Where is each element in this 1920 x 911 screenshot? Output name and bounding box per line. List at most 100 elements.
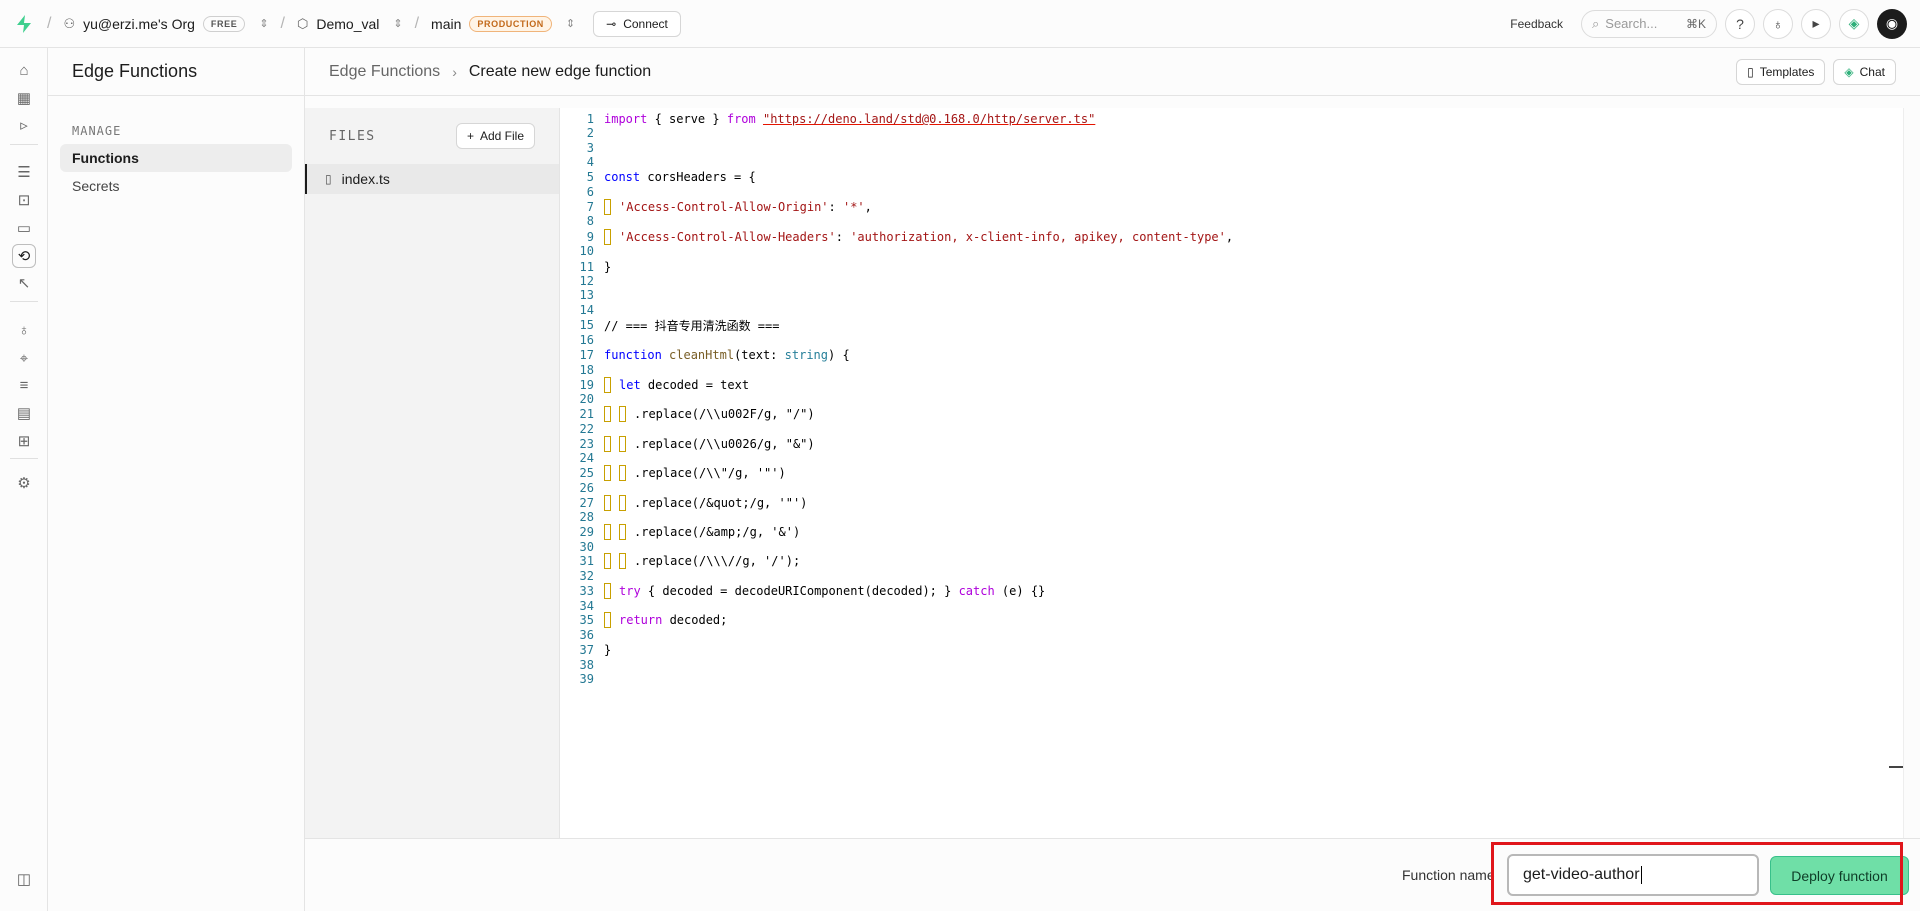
menu-item-functions[interactable]: Functions [60, 144, 292, 172]
add-file-label: Add File [479, 129, 524, 143]
home-icon[interactable]: ⌂ [12, 58, 36, 82]
code-editor[interactable]: 1 import { serve } from "https://deno.lan… [560, 108, 1903, 838]
line-number: 25 [579, 466, 594, 480]
cube-icon: ⬡ [296, 15, 309, 31]
divider [10, 144, 38, 145]
reports-icon[interactable]: ⌖ [12, 346, 36, 370]
chevron-updown-icon[interactable]: ⇕ [259, 17, 268, 30]
file-name: index.ts [341, 171, 390, 187]
templates-button[interactable]: ▯ Templates [1736, 58, 1826, 85]
storage-icon[interactable]: ▭ [12, 216, 36, 240]
ai-assistant-icon[interactable]: ◈ [1839, 8, 1869, 39]
files-label: FILES [329, 128, 376, 144]
top-bar: / ⚇ yu@erzi.me's Org FREE ⇕ / ⬡ Demo_val… [0, 0, 1920, 48]
breadcrumb-separator: / [414, 14, 420, 32]
breadcrumb-separator: / [280, 14, 285, 32]
divider [10, 458, 38, 459]
line-number: 24 [579, 451, 594, 465]
chat-label: Chat [1859, 64, 1885, 79]
chevron-updown-icon[interactable]: ⇕ [393, 17, 402, 30]
line-number: 30 [579, 540, 594, 554]
menu-title: Edge Functions [48, 48, 304, 96]
project-selector[interactable]: ⬡ Demo_val ⇕ [297, 16, 403, 32]
product-menu: Edge Functions MANAGE Functions Secrets [48, 48, 305, 911]
line-number: 26 [579, 481, 594, 495]
divider [10, 301, 38, 302]
line-number: 2 [586, 126, 594, 140]
line-number: 16 [579, 333, 594, 347]
ai-icon: ◈ [1844, 64, 1854, 79]
search-placeholder: Search... [1605, 16, 1658, 31]
api-docs-icon[interactable]: ▤ [12, 401, 36, 425]
content-header: Edge Functions › Create new edge functio… [305, 48, 1920, 96]
line-number: 35 [579, 613, 594, 627]
auth-icon[interactable]: ⊡ [12, 188, 36, 212]
realtime-icon[interactable]: ↖ [12, 271, 36, 295]
deploy-footer: Function name get-video-author Deploy fu… [305, 838, 1920, 911]
files-panel: FILES + Add File ▯ index.ts [305, 108, 560, 838]
edge-functions-icon[interactable]: ⟲ [12, 244, 36, 268]
line-number: 29 [579, 525, 594, 539]
function-name-value: get-video-author [1523, 866, 1640, 883]
supabase-logo-icon[interactable] [13, 13, 35, 35]
line-number: 21 [579, 407, 594, 421]
help-icon[interactable]: ? [1725, 8, 1755, 39]
line-number: 13 [579, 288, 594, 302]
line-number: 28 [579, 510, 594, 524]
table-editor-icon[interactable]: ▦ [12, 86, 36, 110]
integrations-icon[interactable]: ⊞ [12, 429, 36, 453]
line-number: 31 [579, 554, 594, 568]
editor-scrollbar[interactable] [1903, 108, 1920, 838]
chevron-updown-icon[interactable]: ⇕ [566, 17, 575, 30]
breadcrumb-edge-functions[interactable]: Edge Functions [329, 63, 440, 81]
branch-name: main [431, 15, 462, 32]
scroll-indicator[interactable] [1889, 766, 1903, 768]
line-number: 8 [586, 214, 594, 228]
project-name: Demo_val [316, 15, 380, 32]
lightbulb-icon[interactable]: ♁ [1763, 8, 1793, 39]
line-number: 10 [579, 244, 594, 258]
avatar[interactable]: ◉ [1877, 8, 1907, 39]
org-selector[interactable]: ⚇ yu@erzi.me's Org FREE ⇕ [63, 15, 269, 32]
connect-button[interactable]: ⊸ Connect [593, 10, 681, 37]
text-caret [1640, 866, 1642, 884]
chevron-right-icon: › [452, 63, 457, 80]
menu-group-label: MANAGE [72, 124, 122, 138]
deploy-function-button[interactable]: Deploy function [1770, 856, 1909, 895]
menu-item-secrets[interactable]: Secrets [60, 172, 292, 200]
line-number: 32 [579, 569, 594, 583]
chat-button[interactable]: ◈ Chat [1833, 58, 1896, 85]
line-number: 33 [579, 584, 594, 598]
collapse-sidebar-icon[interactable]: ◫ [12, 867, 36, 891]
org-icon: ⚇ [63, 15, 76, 31]
plug-icon: ⊸ [606, 16, 617, 31]
function-name-input[interactable]: get-video-author [1507, 854, 1759, 896]
add-file-button[interactable]: + Add File [455, 123, 535, 149]
org-name: yu@erzi.me's Org [83, 15, 195, 32]
sql-editor-icon[interactable]: ▹ [12, 113, 36, 137]
database-icon[interactable]: ☰ [12, 160, 36, 184]
terminal-icon[interactable]: ▸ [1801, 8, 1831, 39]
templates-label: Templates [1759, 64, 1815, 79]
plus-icon: + [466, 129, 474, 143]
line-number: 18 [579, 363, 594, 377]
line-number: 15 [579, 318, 594, 332]
connect-label: Connect [623, 16, 668, 31]
feedback-button[interactable]: Feedback [1510, 17, 1563, 31]
logs-icon[interactable]: ≡ [12, 373, 36, 397]
file-icon: ▯ [325, 172, 332, 186]
search-shortcut: ⌘K [1685, 16, 1706, 31]
branch-selector[interactable]: main PRODUCTION ⇕ [431, 15, 575, 32]
line-number: 20 [579, 392, 594, 406]
settings-gear-icon[interactable]: ⚙ [12, 471, 36, 495]
book-icon: ▯ [1747, 64, 1754, 79]
advisors-icon[interactable]: ♁ [12, 318, 36, 342]
line-number: 37 [579, 643, 594, 657]
file-item-index[interactable]: ▯ index.ts [305, 164, 559, 194]
search-input[interactable]: ⌕ Search... ⌘K [1581, 9, 1717, 38]
plan-badge: FREE [202, 15, 246, 32]
line-number: 14 [579, 303, 594, 317]
search-icon: ⌕ [1592, 15, 1600, 31]
line-number: 5 [586, 170, 594, 184]
line-number: 22 [579, 422, 594, 436]
